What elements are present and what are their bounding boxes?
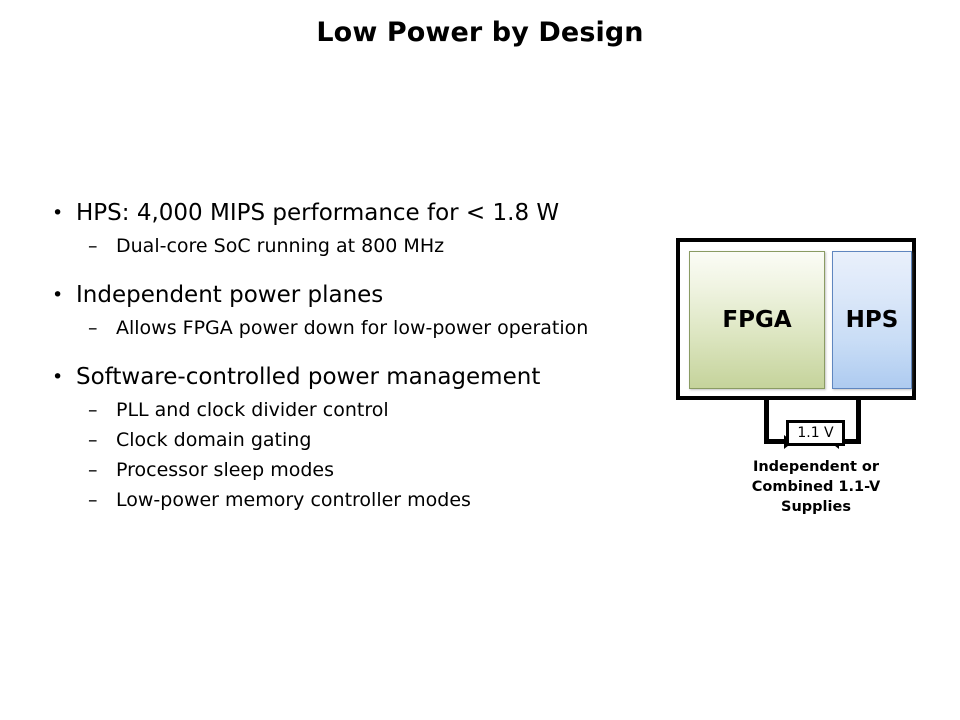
hps-block: HPS	[832, 251, 912, 389]
bullet-marker-icon: •	[52, 366, 64, 388]
bullet-item-2-label: Independent power planes	[76, 282, 384, 308]
bullet-item-3: • Software-controlled power management	[48, 362, 668, 392]
sub-bullet-item-3-1: – PLL and clock divider control	[48, 395, 668, 425]
sub-bullet-item-3-1-label: PLL and clock divider control	[116, 399, 389, 421]
fpga-supply-wire-horizontal	[764, 439, 786, 444]
fpga-block: FPGA	[689, 251, 825, 389]
dash-marker-icon: –	[88, 489, 98, 511]
hps-block-label: HPS	[845, 307, 899, 333]
slide-canvas: Low Power by Design • HPS: 4,000 MIPS pe…	[0, 0, 960, 720]
supply-caption-line-3: Supplies	[781, 499, 851, 515]
voltage-rail-box: 1.1 V	[786, 420, 845, 446]
power-plane-diagram: FPGA HPS 1.1 V Independent or Combined 1…	[676, 238, 920, 528]
sub-bullet-item-3-3: – Processor sleep modes	[48, 455, 668, 485]
bullet-list: • HPS: 4,000 MIPS performance for < 1.8 …	[48, 198, 668, 515]
sub-bullet-item-2-1-label: Allows FPGA power down for low-power ope…	[116, 317, 589, 339]
supply-caption-line-1: Independent or	[752, 459, 880, 475]
sub-bullet-item-1-1: – Dual-core SoC running at 800 MHz	[48, 231, 668, 261]
bullet-marker-icon: •	[52, 202, 64, 224]
page-title: Low Power by Design	[316, 17, 644, 48]
dash-marker-icon: –	[88, 429, 98, 451]
bullet-marker-icon: •	[52, 284, 64, 306]
dash-marker-icon: –	[88, 399, 98, 421]
bullet-item-3-label: Software-controlled power management	[76, 364, 541, 390]
soc-device-outline: FPGA HPS	[676, 238, 916, 400]
voltage-rail-label: 1.1 V	[797, 425, 834, 441]
sub-bullet-item-3-2: – Clock domain gating	[48, 425, 668, 455]
fpga-supply-wire-vertical	[764, 400, 769, 444]
dash-marker-icon: –	[88, 459, 98, 481]
sub-bullet-item-3-4-label: Low-power memory controller modes	[116, 489, 471, 511]
dash-marker-icon: –	[88, 317, 98, 339]
supply-caption-line-2: Combined 1.1-V	[751, 479, 881, 495]
dash-marker-icon: –	[88, 235, 98, 257]
supply-caption: Independent or Combined 1.1-V Supplies	[694, 457, 938, 517]
sub-bullet-item-3-2-label: Clock domain gating	[116, 429, 312, 451]
fpga-block-label: FPGA	[722, 307, 792, 333]
bullet-item-1: • HPS: 4,000 MIPS performance for < 1.8 …	[48, 198, 668, 228]
sub-bullet-item-3-4: – Low-power memory controller modes	[48, 485, 668, 515]
sub-bullet-item-3-3-label: Processor sleep modes	[116, 459, 334, 481]
bullet-item-2: • Independent power planes	[48, 280, 668, 310]
sub-bullet-item-2-1: – Allows FPGA power down for low-power o…	[48, 313, 668, 343]
hps-supply-wire-vertical	[856, 400, 861, 444]
sub-bullet-item-1-1-label: Dual-core SoC running at 800 MHz	[116, 235, 445, 257]
bullet-item-1-label: HPS: 4,000 MIPS performance for < 1.8 W	[76, 200, 560, 226]
